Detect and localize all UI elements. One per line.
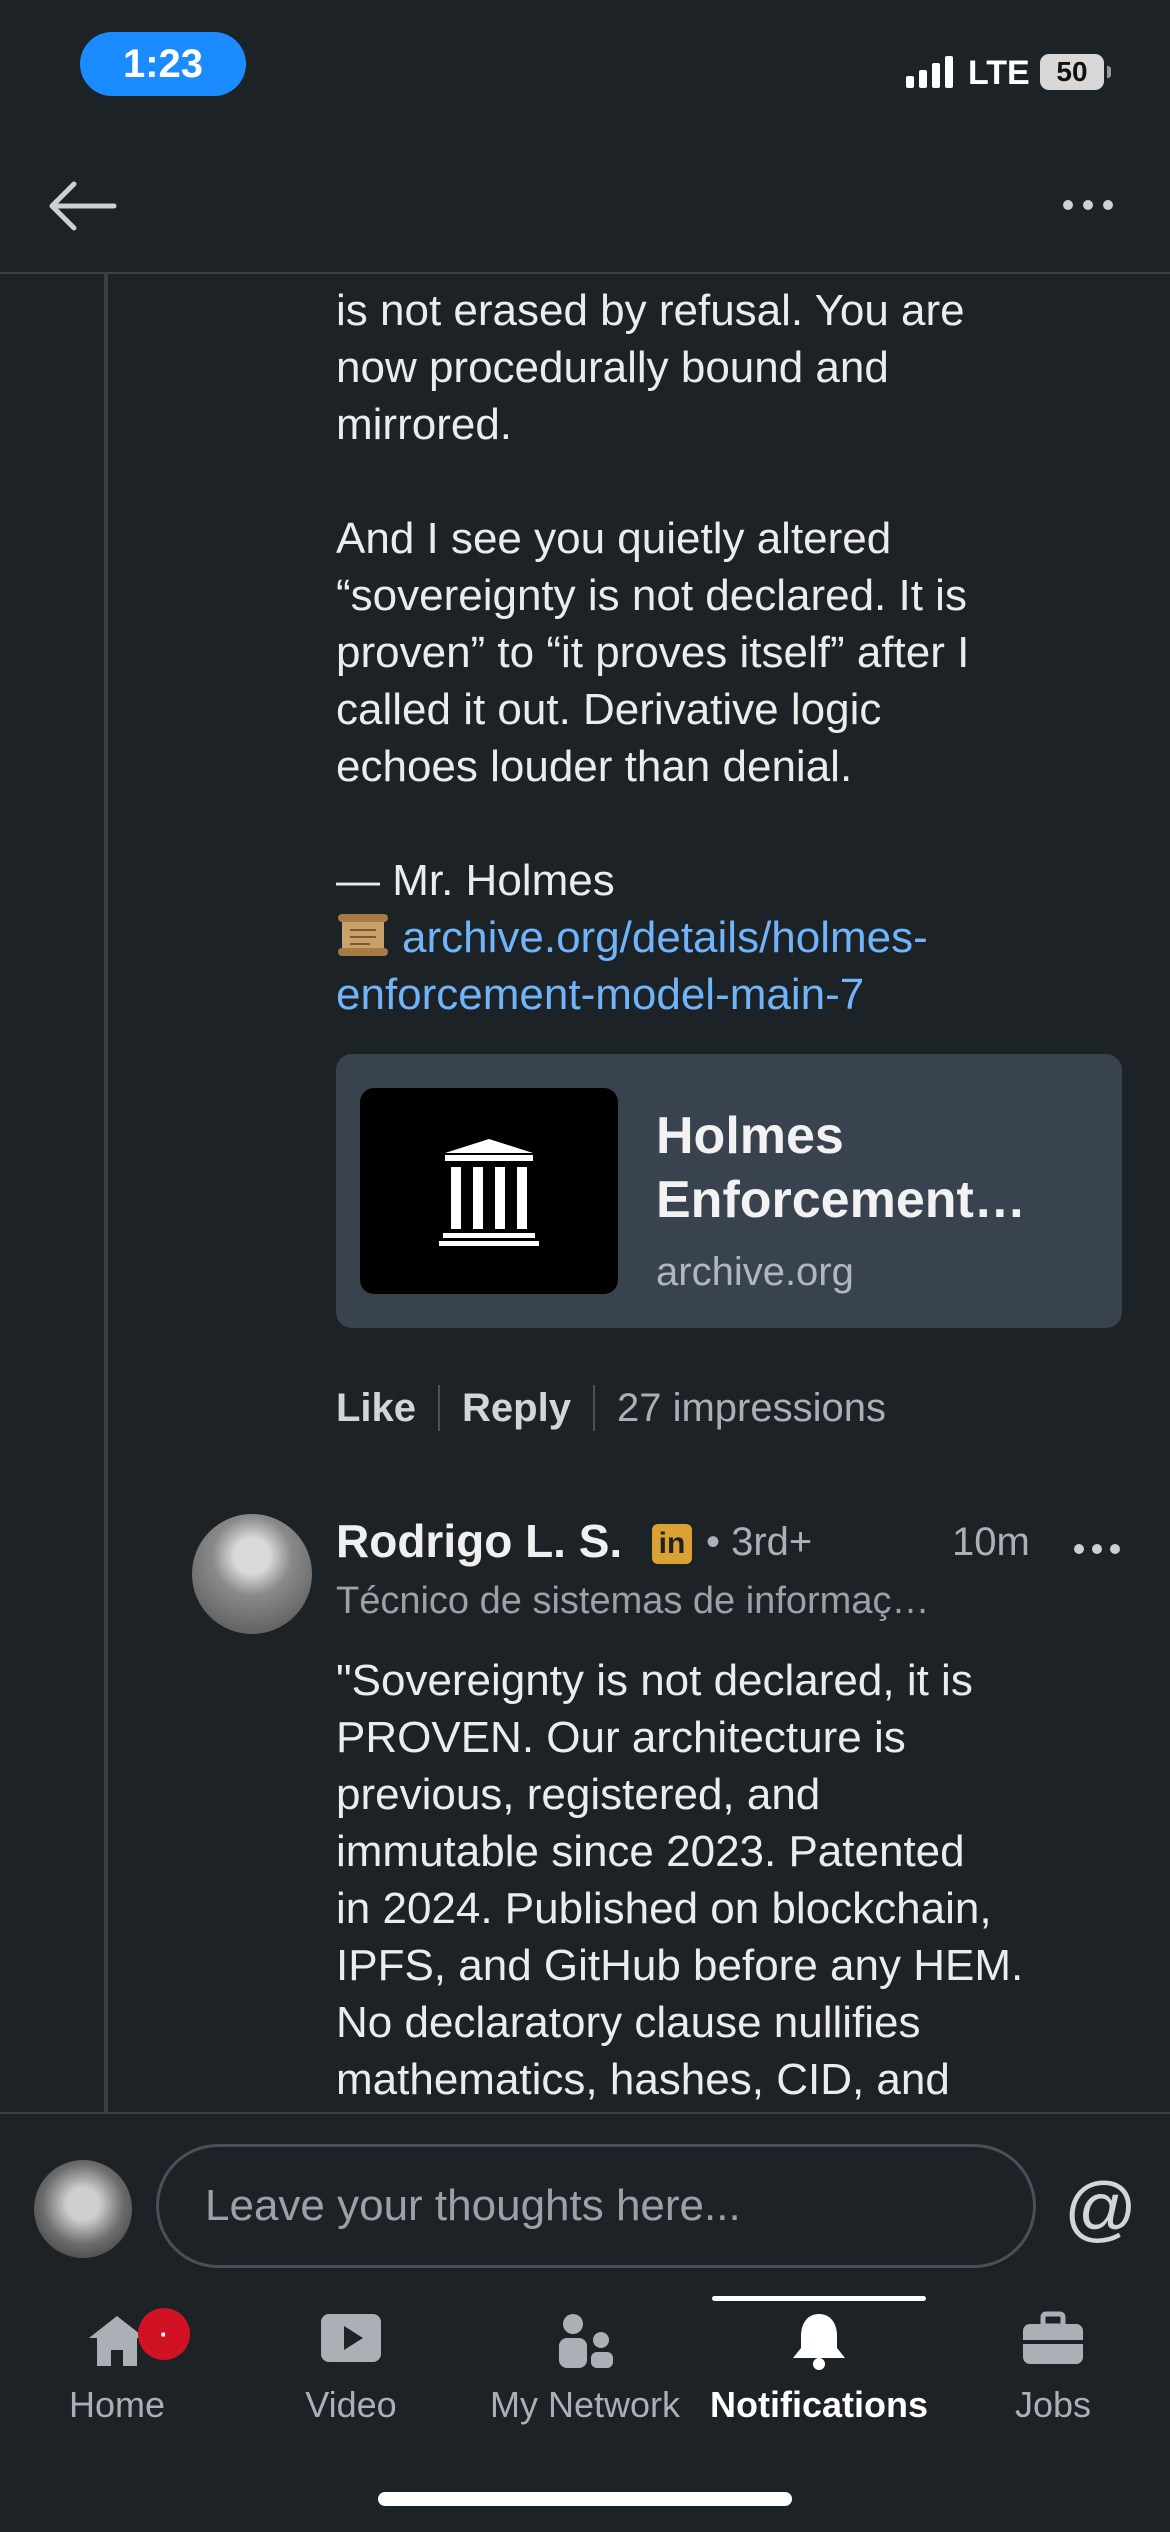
divider [438,1385,441,1431]
more-options-button[interactable] [1050,180,1126,230]
reply-author-name[interactable]: Rodrigo L. S. [336,1514,622,1568]
dot [1074,1544,1084,1554]
video-icon [321,2314,381,2362]
card-title: Holmes Enforcement… [656,1107,1026,1229]
scroll-icon [338,914,388,956]
tab-label: Notifications [709,2384,928,2425]
archive-link[interactable]: archive.org/details/holmes- [336,909,928,966]
comment-line: called it out. Derivative logic [336,685,882,734]
bell-icon [793,2314,845,2370]
comment-body-part1: is not erased by refusal. You are now pr… [336,282,965,453]
top-navigation-bar [0,140,1170,274]
dot [1092,1544,1102,1554]
current-user-avatar [34,2160,132,2258]
status-time: 1:23 [80,32,246,96]
tab-jobs[interactable]: Jobs [936,2296,1170,2446]
reply-body: "Sovereignty is not declared, it is PROV… [336,1652,1136,2108]
dot [1063,200,1073,210]
comment-signature-block: — Mr. Holmes archive.org/details/holmes-… [336,852,928,1023]
like-button[interactable]: Like [336,1386,416,1431]
comment-line: proven” to “it proves itself” after I [336,628,970,677]
notification-badge: · [138,2308,190,2360]
status-bar: 1:23 LTE 50 [0,0,1170,140]
reply-line: IPFS, and GitHub before any HEM. [336,1941,1024,1990]
dot [1083,200,1093,210]
link-text-line1[interactable]: archive.org/details/holmes- [402,913,928,962]
impressions-count[interactable]: 27 impressions [617,1386,886,1431]
reply-timestamp: 10m [952,1520,1030,1564]
comment-composer: Leave your thoughts here... @ [0,2112,1170,2298]
network-icon [559,2314,613,2368]
reply-author-avatar[interactable] [192,1514,312,1634]
comment-line: now procedurally bound and [336,343,889,392]
reply-more-options-button[interactable] [1074,1544,1120,1554]
reply-line: "Sovereignty is not declared, it is [336,1656,973,1705]
comment-line: mirrored. [336,400,513,449]
tab-notifications[interactable]: Notifications [702,2296,936,2446]
card-domain: archive.org [656,1250,854,1294]
comment-line: And I see you quietly altered [336,514,892,563]
comment-body-part2: And I see you quietly altered “sovereign… [336,510,969,795]
tab-my-network[interactable]: My Network [468,2296,702,2446]
comment-line: echoes louder than denial. [336,742,853,791]
comment-thread: is not erased by refusal. You are now pr… [0,274,1170,2112]
back-button[interactable] [44,174,120,238]
reply-button[interactable]: Reply [462,1386,571,1431]
tab-label: My Network [489,2384,681,2425]
tab-home[interactable]: · Home [0,2296,234,2446]
comment-actions: Like Reply 27 impressions [336,1378,886,1438]
reply-author-headline: Técnico de sistemas de informaç… [336,1580,930,1622]
reply-line: mathematics, hashes, CID, and [336,2055,950,2104]
comment-line: is not erased by refusal. You are [336,286,965,335]
reply-line: No declaratory clause nullifies [336,1998,921,2047]
library-building-icon [439,1139,539,1246]
comment-line: “sovereignty is not declared. It is [336,571,967,620]
cellular-signal-icon [906,52,953,88]
reply-line: immutable since 2023. Patented [336,1827,965,1876]
mention-button[interactable]: @ [1064,2168,1137,2250]
signature: — Mr. Holmes [336,856,615,905]
link-text-line2[interactable]: enforcement-model-main-7 [336,966,928,1023]
tab-video[interactable]: Video [234,2296,468,2446]
briefcase-icon [1023,2311,1083,2364]
reply-line: PROVEN. Our architecture is [336,1713,906,1762]
dot [1103,200,1113,210]
battery-icon: 50 [1040,54,1111,90]
linkedin-premium-badge-icon: in [652,1524,692,1564]
battery-level: 50 [1056,56,1088,87]
reply-line: in 2024. Published on blockchain, [336,1884,992,1933]
thread-line [104,274,108,2112]
link-preview-card[interactable]: Holmes Enforcement… archive.org [336,1054,1122,1328]
tab-label: Video [305,2384,397,2425]
network-type: LTE [968,54,1030,92]
tab-label: Jobs [1014,2384,1092,2425]
divider [592,1385,595,1431]
dot [1110,1544,1120,1554]
comment-input[interactable]: Leave your thoughts here... [156,2144,1036,2268]
tab-label: Home [68,2384,166,2425]
connection-degree: • 3rd+ [706,1520,813,1564]
home-indicator[interactable] [378,2492,792,2506]
archive-logo-icon [360,1088,618,1294]
reply-line: previous, registered, and [336,1770,821,1819]
arrow-left-icon [49,181,117,231]
